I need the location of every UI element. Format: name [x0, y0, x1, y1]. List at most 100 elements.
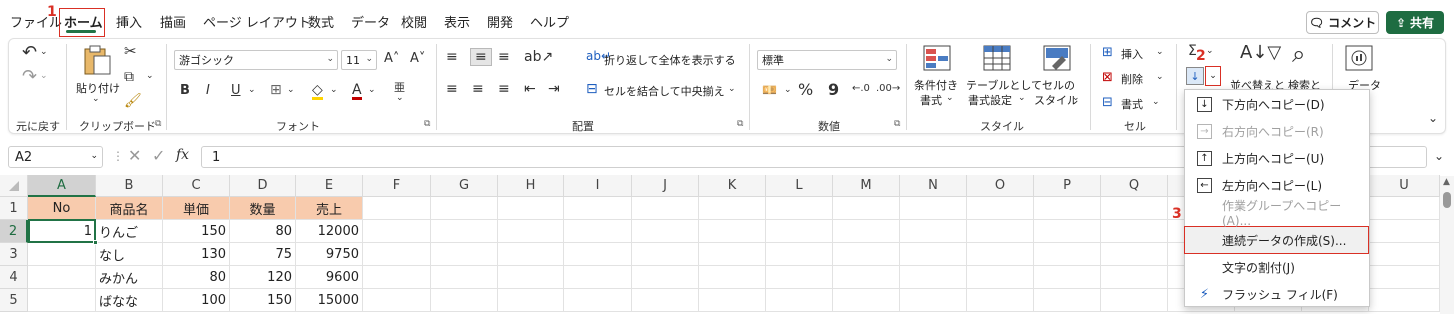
chevron-down-icon[interactable]: ⌄: [1152, 98, 1160, 107]
empty-cell[interactable]: [900, 266, 967, 289]
find-select-icon[interactable]: ⌕: [1292, 42, 1305, 66]
select-all-corner[interactable]: [0, 175, 28, 197]
chevron-down-icon[interactable]: ⌄: [146, 72, 154, 81]
currency-icon[interactable]: 💴: [762, 84, 777, 96]
insert-cells-icon[interactable]: ⊞: [1102, 46, 1113, 59]
chevron-down-icon[interactable]: ⌄: [1206, 47, 1214, 56]
scrollbar-thumb[interactable]: [1443, 192, 1451, 208]
empty-cell[interactable]: [431, 197, 498, 220]
chevron-down-icon[interactable]: ⌄: [396, 94, 404, 103]
table-cell[interactable]: 80: [230, 220, 296, 243]
column-header-d[interactable]: D: [230, 175, 296, 197]
tab-formulas[interactable]: 数式: [308, 12, 334, 31]
empty-cell[interactable]: [766, 220, 833, 243]
empty-cell[interactable]: [967, 197, 1034, 220]
empty-cell[interactable]: [363, 220, 431, 243]
delete-button[interactable]: 削除: [1121, 71, 1143, 87]
format-cells-icon[interactable]: ⊟: [1102, 96, 1113, 109]
align-bottom-icon[interactable]: ≡: [498, 50, 510, 64]
copy-icon[interactable]: ⧉: [124, 70, 134, 84]
format-as-table-icon[interactable]: [982, 44, 1012, 72]
empty-cell[interactable]: [498, 220, 564, 243]
empty-cell[interactable]: [632, 243, 699, 266]
table-cell[interactable]: 15000: [296, 289, 363, 312]
empty-cell[interactable]: [363, 243, 431, 266]
column-header-h[interactable]: H: [498, 175, 564, 197]
fill-dropdown-button[interactable]: ⌄: [1205, 66, 1221, 86]
scroll-up-icon[interactable]: ▲: [1443, 178, 1450, 187]
row-header-4[interactable]: 4: [0, 266, 28, 289]
empty-cell[interactable]: [1369, 289, 1440, 312]
empty-cell[interactable]: [1369, 243, 1440, 266]
empty-cell[interactable]: [1101, 266, 1168, 289]
empty-cell[interactable]: [632, 266, 699, 289]
decrease-decimal-icon[interactable]: .00→: [876, 84, 900, 94]
fill-series-item[interactable]: 連続データの作成(S)...: [1185, 227, 1369, 254]
merge-center-icon[interactable]: ⊟: [586, 82, 598, 96]
empty-cell[interactable]: [363, 289, 431, 312]
chevron-down-icon[interactable]: ⌄: [40, 48, 48, 57]
table-header-cell[interactable]: No: [28, 197, 96, 220]
chevron-down-icon[interactable]: ⌄: [368, 86, 376, 95]
dialog-launcher-icon[interactable]: ⧉: [894, 119, 900, 129]
column-header-q[interactable]: Q: [1101, 175, 1168, 197]
empty-cell[interactable]: [766, 243, 833, 266]
chevron-down-icon[interactable]: ⌄: [330, 86, 338, 95]
cell-styles-label-1[interactable]: セルの: [1042, 77, 1075, 93]
table-cell[interactable]: [28, 289, 96, 312]
fill-down-item[interactable]: ↓ 下方向へコピー(D): [1185, 91, 1369, 118]
empty-cell[interactable]: [900, 289, 967, 312]
align-left-icon[interactable]: ≡: [446, 82, 458, 96]
fill-right-item[interactable]: → 右方向へコピー(R): [1185, 118, 1369, 145]
justify-item[interactable]: 文字の割付(J): [1185, 254, 1369, 281]
paste-icon[interactable]: [82, 44, 112, 76]
column-header-m[interactable]: M: [833, 175, 900, 197]
empty-cell[interactable]: [833, 266, 900, 289]
table-cell[interactable]: 80: [163, 266, 230, 289]
table-cell[interactable]: [28, 266, 96, 289]
comma-style-button[interactable]: 9: [828, 82, 839, 98]
empty-cell[interactable]: [1034, 289, 1101, 312]
table-cell[interactable]: 120: [230, 266, 296, 289]
empty-cell[interactable]: [833, 197, 900, 220]
comment-button[interactable]: 🗨 コメント: [1306, 11, 1379, 34]
cut-icon[interactable]: ✂: [124, 44, 137, 59]
increase-font-icon[interactable]: A˄: [384, 52, 399, 65]
empty-cell[interactable]: [833, 289, 900, 312]
table-cell[interactable]: 130: [163, 243, 230, 266]
format-as-table-label-2[interactable]: 書式設定: [968, 92, 1012, 108]
column-header-j[interactable]: J: [632, 175, 699, 197]
empty-cell[interactable]: [632, 197, 699, 220]
table-cell[interactable]: りんご: [96, 220, 163, 243]
empty-cell[interactable]: [833, 220, 900, 243]
chevron-down-icon[interactable]: ⌄: [1072, 94, 1080, 103]
empty-cell[interactable]: [498, 197, 564, 220]
decrease-indent-icon[interactable]: ⇤: [524, 82, 536, 96]
empty-cell[interactable]: [1101, 289, 1168, 312]
fill-handle[interactable]: [93, 240, 98, 245]
empty-cell[interactable]: [431, 289, 498, 312]
empty-cell[interactable]: [1369, 266, 1440, 289]
collapse-ribbon-icon[interactable]: ⌄: [1428, 112, 1438, 124]
chevron-down-icon[interactable]: ⌄: [1156, 48, 1164, 57]
font-size-combo[interactable]: 11 ⌄: [341, 50, 377, 70]
table-cell[interactable]: 12000: [296, 220, 363, 243]
table-header-cell[interactable]: 数量: [230, 197, 296, 220]
empty-cell[interactable]: [431, 220, 498, 243]
empty-cell[interactable]: [1101, 243, 1168, 266]
fill-up-item[interactable]: ↑ 上方向へコピー(U): [1185, 145, 1369, 172]
empty-cell[interactable]: [1034, 197, 1101, 220]
chevron-down-icon[interactable]: ⌄: [40, 72, 48, 81]
format-button[interactable]: 書式: [1121, 96, 1143, 112]
empty-cell[interactable]: [1034, 220, 1101, 243]
empty-cell[interactable]: [498, 289, 564, 312]
empty-cell[interactable]: [833, 243, 900, 266]
empty-cell[interactable]: [498, 266, 564, 289]
column-header-l[interactable]: L: [766, 175, 833, 197]
empty-cell[interactable]: [699, 197, 766, 220]
empty-cell[interactable]: [766, 197, 833, 220]
more-options-icon[interactable]: ⋮: [112, 150, 124, 162]
conditional-formatting-icon[interactable]: [922, 44, 952, 72]
empty-cell[interactable]: [632, 220, 699, 243]
redo-icon[interactable]: ↷: [22, 68, 37, 86]
